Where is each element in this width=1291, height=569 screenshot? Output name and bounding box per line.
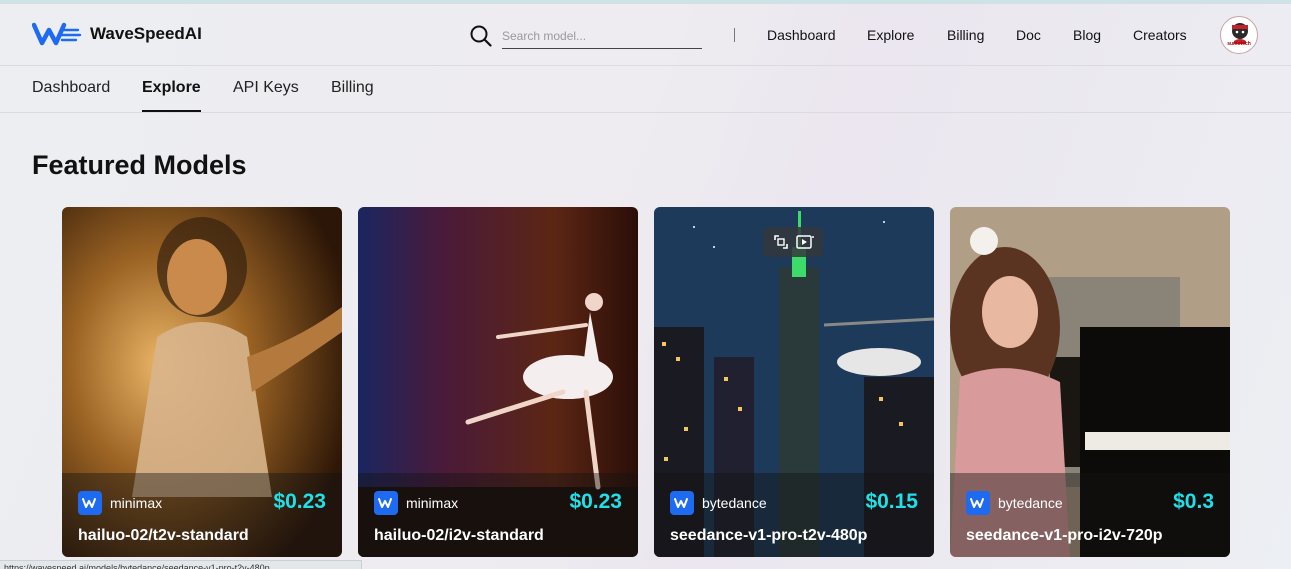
model-card[interactable]: bytedance $0.3 seedance-v1-pro-i2v-720p [950,207,1230,557]
provider-logo-icon [966,491,990,515]
provider-name: bytedance [702,495,767,511]
top-nav-billing[interactable]: Billing [947,27,984,43]
provider-logo-icon [374,491,398,515]
provider-name: bytedance [998,495,1063,511]
provider-logo-icon [670,491,694,515]
top-nav-explore[interactable]: Explore [867,27,914,43]
card-price: $0.23 [273,490,326,513]
brand-logo[interactable]: WaveSpeedAI [32,21,202,47]
card-price: $0.15 [865,490,918,513]
card-price: $0.23 [569,490,622,513]
card-model-name: seedance-v1-pro-t2v-480p [670,527,868,544]
search-bar [470,23,702,49]
play-video-icon[interactable] [795,233,815,251]
provider-name: minimax [406,495,459,511]
provider-name: minimax [110,495,163,511]
card-model-name: hailuo-02/i2v-standard [374,527,544,544]
top-nav-blog[interactable]: Blog [1073,27,1101,43]
tab-billing[interactable]: Billing [331,79,374,97]
brand-name: WaveSpeedAI [90,24,202,43]
fullscreen-icon[interactable] [772,233,790,251]
top-nav-doc[interactable]: Doc [1016,27,1041,43]
card-provider: bytedance [670,491,767,515]
model-card[interactable]: minimax $0.23 hailuo-02/i2v-standard [358,207,638,557]
search-icon[interactable] [470,25,492,47]
active-tab-indicator [142,110,201,112]
tab-dashboard[interactable]: Dashboard [32,79,110,97]
card-provider: bytedance [966,491,1063,515]
tab-explore[interactable]: Explore [142,79,201,97]
avatar-label: sumotech [1227,41,1251,47]
sub-nav: Dashboard Explore API Keys Billing [0,66,1291,113]
header: WaveSpeedAI Dashboard Explore Billing Do… [0,4,1291,66]
card-provider: minimax [78,491,162,515]
tab-api-keys[interactable]: API Keys [233,79,299,97]
section-title: Featured Models [32,150,247,180]
top-nav-dashboard[interactable]: Dashboard [767,27,836,43]
model-card[interactable]: minimax $0.23 hailuo-02/t2v-standard [62,207,342,557]
wave-logo-icon [32,22,82,46]
card-model-name: hailuo-02/t2v-standard [78,527,249,544]
top-nav-creators[interactable]: Creators [1133,27,1187,43]
nav-divider [734,28,735,42]
card-provider: minimax [374,491,458,515]
browser-status-url: https://wavespeed.ai/models/bytedance/se… [0,560,362,569]
search-input[interactable] [502,23,702,49]
card-model-name: seedance-v1-pro-i2v-720p [966,527,1163,544]
card-price: $0.3 [1173,490,1214,513]
user-avatar[interactable]: sumotech [1220,16,1258,54]
card-hover-tools [763,227,823,257]
avatar-image [1232,23,1248,44]
provider-logo-icon [78,491,102,515]
model-card[interactable]: bytedance $0.15 seedance-v1-pro-t2v-480p [654,207,934,557]
